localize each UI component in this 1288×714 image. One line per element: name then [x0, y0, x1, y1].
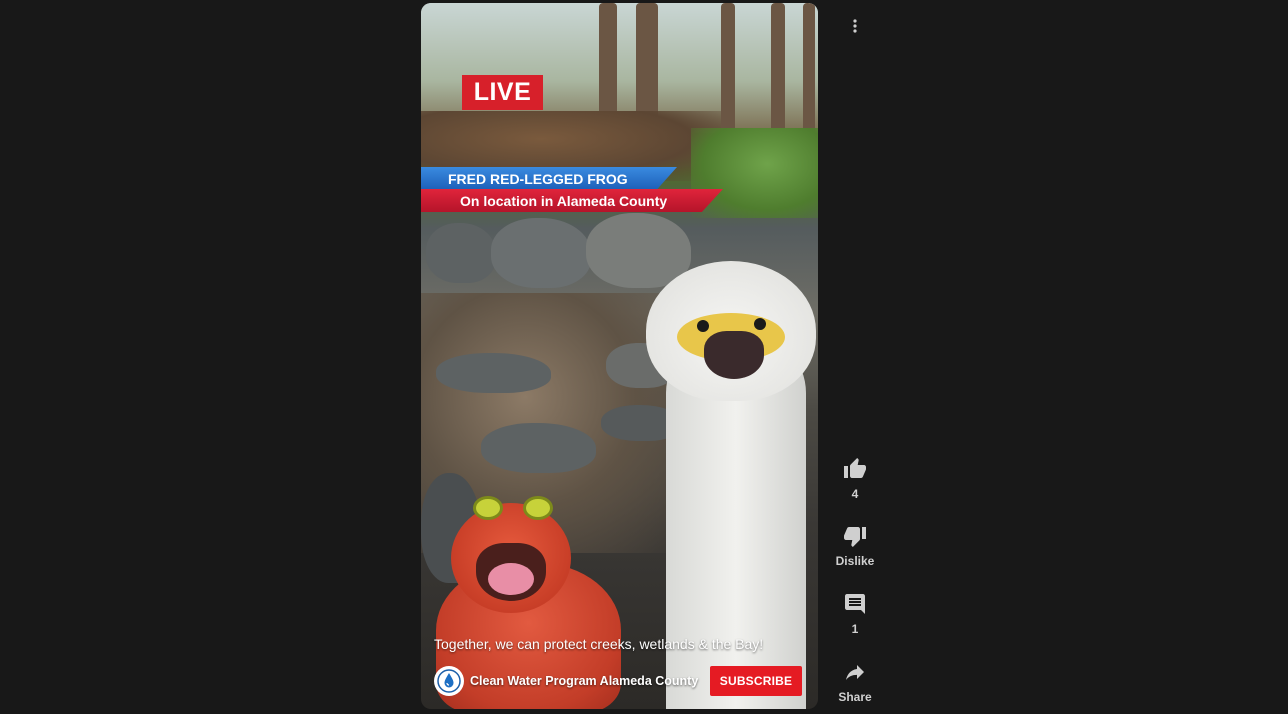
- scene-grass: [691, 128, 818, 218]
- scene-rock: [491, 218, 591, 288]
- scene-rock: [426, 223, 496, 283]
- egret-puppet-eye: [697, 320, 709, 332]
- share-icon: [842, 659, 868, 685]
- share-label: Share: [838, 690, 872, 704]
- more-vert-icon: [853, 19, 857, 33]
- scene-tree-trunk: [721, 3, 735, 138]
- channel-logo-icon: [437, 669, 461, 693]
- comments-button[interactable]: 1: [825, 591, 885, 636]
- channel-name[interactable]: Clean Water Program Alameda County: [470, 674, 710, 688]
- more-options-button[interactable]: [842, 13, 868, 39]
- scene-rock: [481, 423, 596, 473]
- channel-row: Clean Water Program Alameda County SUBSC…: [434, 663, 806, 699]
- video-caption: Together, we can protect creeks, wetland…: [434, 636, 764, 652]
- scene-rock: [436, 353, 551, 393]
- egret-puppet-eye: [754, 318, 766, 330]
- frog-puppet-tongue: [488, 563, 534, 595]
- egret-puppet-beak: [704, 331, 764, 379]
- like-button[interactable]: 4: [825, 456, 885, 501]
- share-button[interactable]: Share: [825, 659, 885, 704]
- live-badge: LIVE: [462, 75, 543, 110]
- thumbs-up-icon: [842, 456, 868, 482]
- frog-puppet-eye: [523, 496, 553, 520]
- subscribe-button[interactable]: SUBSCRIBE: [710, 666, 802, 696]
- dislike-button[interactable]: Dislike: [825, 523, 885, 568]
- like-count: 4: [851, 487, 859, 501]
- dislike-label: Dislike: [835, 554, 875, 568]
- comment-count: 1: [851, 622, 859, 636]
- frog-puppet-eye: [473, 496, 503, 520]
- thumbs-down-icon: [842, 523, 868, 549]
- comment-icon: [842, 591, 868, 617]
- shorts-video-player[interactable]: LIVE FRED RED-LEGGED FROG On location in…: [421, 3, 818, 709]
- channel-avatar[interactable]: [434, 666, 464, 696]
- scene-tree-trunk: [803, 3, 815, 138]
- lower-third-subtitle: On location in Alameda County: [421, 189, 723, 212]
- lower-third-title: FRED RED-LEGGED FROG: [421, 167, 677, 190]
- scene-tree-trunk: [771, 3, 785, 138]
